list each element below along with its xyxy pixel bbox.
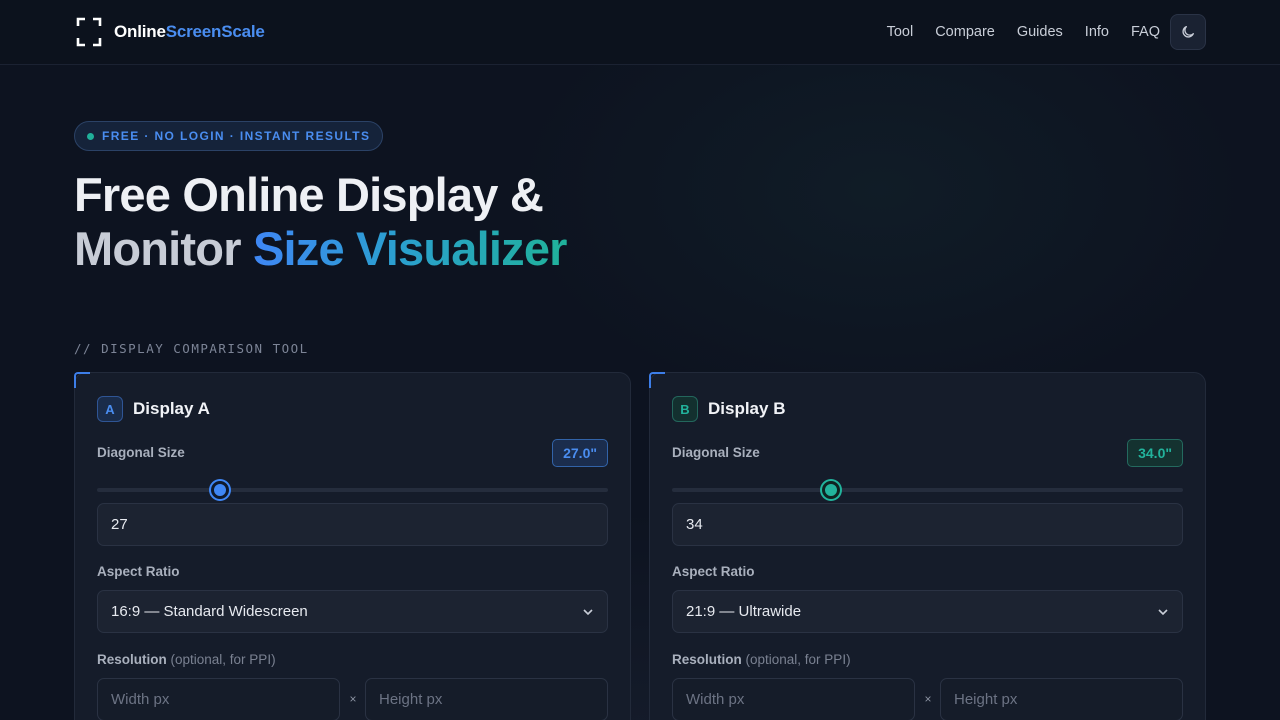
page-title-line2: Monitor [74,222,253,275]
diagonal-size-input[interactable]: 27 [97,503,608,546]
section-label: // DISPLAY COMPARISON TOOL [74,341,309,356]
resolution-hint: (optional, for PPI) [745,652,851,667]
chevron-down-icon [1158,608,1168,615]
aspect-ratio-value: 21:9 — Ultrawide [686,603,802,620]
display-b-header: B Display B [672,396,785,422]
resolution-row: Width px × Height px [97,678,608,720]
resolution-label-text: Resolution [672,652,742,667]
page-title-line1: Free Online Display & [74,168,544,221]
brand-name-part1: Online [114,22,166,41]
brand-name: OnlineScreenScale [114,22,265,42]
nav-link-tool[interactable]: Tool [887,24,914,40]
diagonal-size-slider[interactable] [97,481,608,499]
nav-link-guides[interactable]: Guides [1017,24,1063,40]
resolution-label-text: Resolution [97,652,167,667]
diagonal-size-slider[interactable] [672,481,1183,499]
display-b-card: B Display B Diagonal Size 34.0" 34 Aspec… [649,372,1206,720]
display-b-letter-badge: B [672,396,698,422]
resolution-label: Resolution (optional, for PPI) [672,652,851,667]
diagonal-size-label: Diagonal Size [672,445,760,460]
page-title-highlight: Size Visualizer [252,222,568,275]
aspect-ratio-label: Aspect Ratio [672,564,755,579]
height-input[interactable]: Height px [940,678,1183,720]
diagonal-size-chip: 34.0" [1127,439,1183,467]
page-title: Free Online Display & Monitor Size Visua… [74,168,774,276]
display-a-header: A Display A [97,396,210,422]
aspect-ratio-select[interactable]: 16:9 — Standard Widescreen [97,590,608,633]
feature-badge-text: FREE · NO LOGIN · INSTANT RESULTS [102,129,371,143]
corner-accent [74,372,90,388]
diagonal-size-chip: 27.0" [552,439,608,467]
height-input[interactable]: Height px [365,678,608,720]
resolution-row: Width px × Height px [672,678,1183,720]
display-a-title: Display A [133,399,210,418]
display-b-title: Display B [708,399,786,418]
theme-toggle-button[interactable] [1170,14,1206,50]
resolution-label: Resolution (optional, for PPI) [97,652,276,667]
chevron-down-icon [583,608,593,615]
screen-frame-icon [76,17,102,47]
times-separator: × [924,692,932,706]
status-dot-icon [87,132,94,140]
resolution-hint: (optional, for PPI) [170,652,276,667]
nav-link-info[interactable]: Info [1085,24,1109,40]
brand-name-part2: ScreenScale [165,22,265,41]
aspect-ratio-value: 16:9 — Standard Widescreen [111,603,308,620]
aspect-ratio-label: Aspect Ratio [97,564,180,579]
brand-logo[interactable]: OnlineScreenScale [76,17,265,47]
times-separator: × [349,692,357,706]
diagonal-size-label: Diagonal Size [97,445,185,460]
top-navbar: OnlineScreenScale Tool Compare Guides In… [0,0,1280,65]
main-nav: Tool Compare Guides Info FAQ [865,14,1206,50]
width-input[interactable]: Width px [672,678,915,720]
display-a-card: A Display A Diagonal Size 27.0" 27 Aspec… [74,372,631,720]
nav-link-faq[interactable]: FAQ [1131,24,1160,40]
diagonal-size-input[interactable]: 34 [672,503,1183,546]
slider-thumb[interactable] [211,481,230,499]
nav-link-compare[interactable]: Compare [935,24,995,40]
width-input[interactable]: Width px [97,678,340,720]
moon-icon [1182,26,1194,38]
display-a-letter-badge: A [97,396,123,422]
feature-badge: FREE · NO LOGIN · INSTANT RESULTS [74,121,384,151]
slider-thumb[interactable] [821,481,840,499]
aspect-ratio-select[interactable]: 21:9 — Ultrawide [672,590,1183,633]
corner-accent [649,372,665,388]
